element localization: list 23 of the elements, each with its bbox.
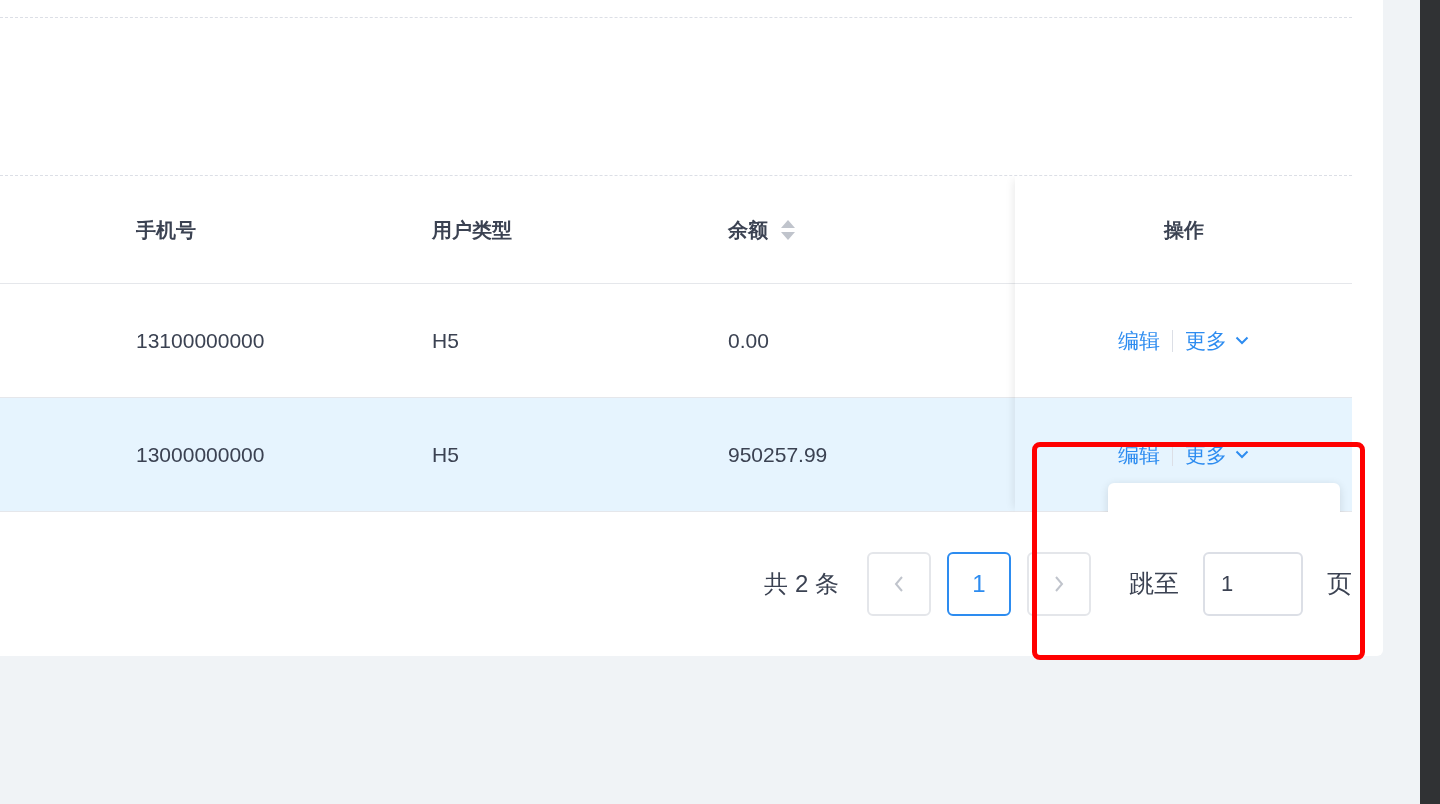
column-header: 操作 — [1163, 217, 1204, 243]
table-cell-text: H5 — [432, 441, 459, 468]
column-header: 余额 — [728, 217, 768, 243]
chevron-left-icon — [894, 574, 904, 593]
table-cell-text: H5 — [432, 327, 459, 354]
sort-icon[interactable] — [780, 218, 796, 241]
column-header: 手机号 — [136, 217, 196, 243]
page-input[interactable]: 1 — [1203, 551, 1303, 616]
more-link[interactable]: 更多 — [1185, 324, 1249, 357]
table-cell-text: 13100000000 — [136, 327, 265, 354]
table-cell-text: 0.00 — [728, 327, 769, 354]
chevron-down-icon — [1235, 336, 1249, 345]
jump-label: 跳至 — [1129, 567, 1179, 599]
column-header: 用户类型 — [432, 217, 512, 243]
page-suffix: 页 — [1327, 567, 1352, 599]
chevron-right-icon — [1054, 574, 1064, 593]
total-count: 共 2 条 — [764, 568, 839, 599]
page-button[interactable]: 1 — [947, 551, 1011, 616]
table-cell-text: 13000000000 — [136, 441, 265, 468]
table-row[interactable]: 13000000000 H5 950257.99 — [0, 398, 1015, 512]
chevron-down-icon — [1235, 450, 1249, 459]
table-cell-text: 950257.99 — [728, 441, 828, 468]
edit-link[interactable]: 编辑 — [1118, 324, 1160, 357]
